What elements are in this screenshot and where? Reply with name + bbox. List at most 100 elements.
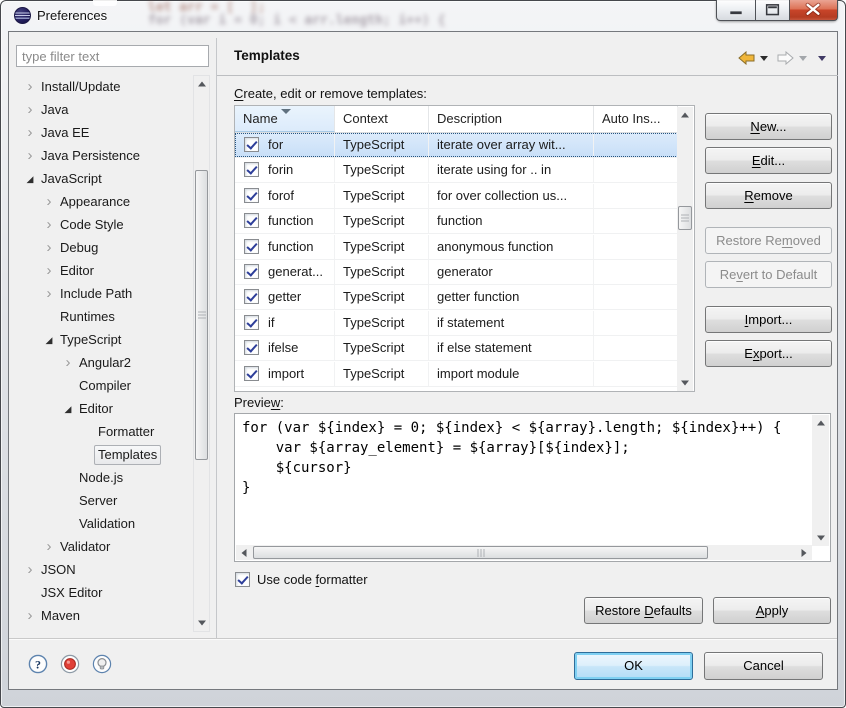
cancel-button[interactable]: Cancel xyxy=(704,652,823,680)
preview-vscrollbar[interactable] xyxy=(812,415,829,546)
tree-item-compiler[interactable]: Compiler xyxy=(9,375,193,397)
new-button[interactable]: New... xyxy=(705,113,832,140)
apply-button[interactable]: Apply xyxy=(713,597,831,624)
tree-collapsed-icon[interactable]: › xyxy=(23,122,37,144)
ok-button[interactable]: OK xyxy=(574,652,693,680)
scroll-down-icon[interactable] xyxy=(194,615,209,631)
template-enabled-checkbox[interactable] xyxy=(244,188,259,203)
table-row-if-7[interactable]: ifTypeScriptif statement xyxy=(235,311,678,336)
lightbulb-icon[interactable] xyxy=(92,654,112,674)
tree-collapsed-icon[interactable]: › xyxy=(42,283,56,305)
help-icon[interactable]: ? xyxy=(28,654,48,674)
forward-arrow-icon[interactable] xyxy=(777,51,794,65)
scroll-right-icon[interactable] xyxy=(796,545,812,560)
remove-button[interactable]: Remove xyxy=(705,182,832,209)
export-button[interactable]: Export... xyxy=(705,340,832,367)
minimize-button[interactable] xyxy=(716,0,756,21)
tree-item-jsx-editor[interactable]: JSX Editor xyxy=(9,582,193,604)
tree-collapsed-icon[interactable]: › xyxy=(42,237,56,259)
template-enabled-checkbox[interactable] xyxy=(244,315,259,330)
preview-hscrollbar-thumb[interactable] xyxy=(253,546,708,559)
table-row-generat-5[interactable]: generat...TypeScriptgenerator xyxy=(235,260,678,285)
tree-scrollbar-thumb[interactable] xyxy=(195,170,208,460)
tree-collapsed-icon[interactable]: › xyxy=(42,260,56,282)
tree-collapsed-icon[interactable]: › xyxy=(42,191,56,213)
tree-scrollbar[interactable] xyxy=(193,75,210,632)
use-code-formatter-option[interactable]: Use code formatter xyxy=(235,572,368,590)
scroll-left-icon[interactable] xyxy=(236,545,252,560)
template-enabled-checkbox[interactable] xyxy=(244,289,259,304)
table-row-function-4[interactable]: functionTypeScriptanonymous function xyxy=(235,235,678,260)
tree-item-angular2[interactable]: ›Angular2 xyxy=(9,352,193,374)
template-enabled-checkbox[interactable] xyxy=(244,137,259,152)
scroll-up-icon[interactable] xyxy=(677,107,693,123)
edit-button[interactable]: Edit... xyxy=(705,147,832,174)
scroll-down-icon[interactable] xyxy=(812,530,829,546)
tree-item-json[interactable]: ›JSON xyxy=(9,559,193,581)
table-row-getter-6[interactable]: getterTypeScriptgetter function xyxy=(235,285,678,310)
column-header-auto-ins[interactable]: Auto Ins... xyxy=(594,106,678,132)
close-button[interactable] xyxy=(790,0,838,21)
titlebar[interactable]: let arr = [ ]; for (var i = 0; i < arr.l… xyxy=(0,0,846,31)
table-row-function-3[interactable]: functionTypeScriptfunction xyxy=(235,209,678,234)
table-row-forin-1[interactable]: forinTypeScriptiterate using for .. in xyxy=(235,158,678,183)
scroll-up-icon[interactable] xyxy=(812,415,829,431)
table-scrollbar[interactable] xyxy=(677,107,693,391)
tree-item-validation[interactable]: Validation xyxy=(9,513,193,535)
templates-table[interactable]: NameContextDescriptionAuto Ins... forTyp… xyxy=(234,105,695,392)
template-enabled-checkbox[interactable] xyxy=(244,239,259,254)
maximize-button[interactable] xyxy=(756,0,790,21)
record-icon[interactable] xyxy=(60,654,80,674)
table-scrollbar-thumb[interactable] xyxy=(678,206,692,230)
preview-hscrollbar[interactable] xyxy=(236,545,812,560)
template-enabled-checkbox[interactable] xyxy=(244,162,259,177)
tree-item-node-js[interactable]: Node.js xyxy=(9,467,193,489)
tree-item-validator[interactable]: ›Validator xyxy=(9,536,193,558)
restore-removed-button[interactable]: Restore Removed xyxy=(705,227,832,254)
template-enabled-checkbox[interactable] xyxy=(244,264,259,279)
pane-divider[interactable] xyxy=(216,38,217,638)
preview-box[interactable]: for (var ${index} = 0; ${index} < ${arra… xyxy=(234,413,831,562)
tree-collapsed-icon[interactable]: › xyxy=(23,99,37,121)
tree-item-java-persistence[interactable]: ›Java Persistence xyxy=(9,145,193,167)
tree-item-editor[interactable]: ◢Editor xyxy=(9,398,193,420)
tree-collapsed-icon[interactable]: › xyxy=(23,145,37,167)
tree-item-java[interactable]: ›Java xyxy=(9,99,193,121)
tree-expanded-icon[interactable]: ◢ xyxy=(42,329,56,351)
template-enabled-checkbox[interactable] xyxy=(244,366,259,381)
tree-item-maven[interactable]: ›Maven xyxy=(9,605,193,627)
tree-collapsed-icon[interactable]: › xyxy=(42,536,56,558)
template-enabled-checkbox[interactable] xyxy=(244,340,259,355)
tree-item-templates[interactable]: Templates xyxy=(9,444,193,466)
back-history-dropdown-icon[interactable] xyxy=(760,56,768,61)
tree-item-include-path[interactable]: ›Include Path xyxy=(9,283,193,305)
tree-collapsed-icon[interactable]: › xyxy=(23,605,37,627)
tree-item-java-ee[interactable]: ›Java EE xyxy=(9,122,193,144)
tree-item-runtimes[interactable]: Runtimes xyxy=(9,306,193,328)
tree-collapsed-icon[interactable]: › xyxy=(61,352,75,374)
restore-defaults-button[interactable]: Restore Defaults xyxy=(584,597,703,624)
table-row-forof-2[interactable]: forofTypeScriptfor over collection us... xyxy=(235,184,678,209)
tree-item-editor[interactable]: ›Editor xyxy=(9,260,193,282)
tree-collapsed-icon[interactable]: › xyxy=(23,76,37,98)
tree-item-install-update[interactable]: ›Install/Update xyxy=(9,76,193,98)
tree-item-debug[interactable]: ›Debug xyxy=(9,237,193,259)
table-row-ifelse-8[interactable]: ifelseTypeScriptif else statement xyxy=(235,336,678,361)
forward-history-dropdown-icon[interactable] xyxy=(799,56,807,61)
tree-item-formatter[interactable]: Formatter xyxy=(9,421,193,443)
table-row-for-0[interactable]: forTypeScriptiterate over array wit... xyxy=(235,133,678,158)
use-code-formatter-checkbox[interactable] xyxy=(235,572,250,587)
column-header-name[interactable]: Name xyxy=(235,106,335,132)
view-menu-dropdown-icon[interactable] xyxy=(818,56,826,61)
column-header-description[interactable]: Description xyxy=(429,106,594,132)
table-row-import-9[interactable]: importTypeScriptimport module xyxy=(235,362,678,387)
tree-expanded-icon[interactable]: ◢ xyxy=(23,168,37,190)
scroll-down-icon[interactable] xyxy=(677,375,693,391)
tree-item-javascript[interactable]: ◢JavaScript xyxy=(9,168,193,190)
back-arrow-icon[interactable] xyxy=(738,51,755,65)
tree-item-typescript[interactable]: ◢TypeScript xyxy=(9,329,193,351)
revert-to-default-button[interactable]: Revert to Default xyxy=(705,261,832,288)
tree-item-appearance[interactable]: ›Appearance xyxy=(9,191,193,213)
tree-item-code-style[interactable]: ›Code Style xyxy=(9,214,193,236)
tree-collapsed-icon[interactable]: › xyxy=(42,214,56,236)
